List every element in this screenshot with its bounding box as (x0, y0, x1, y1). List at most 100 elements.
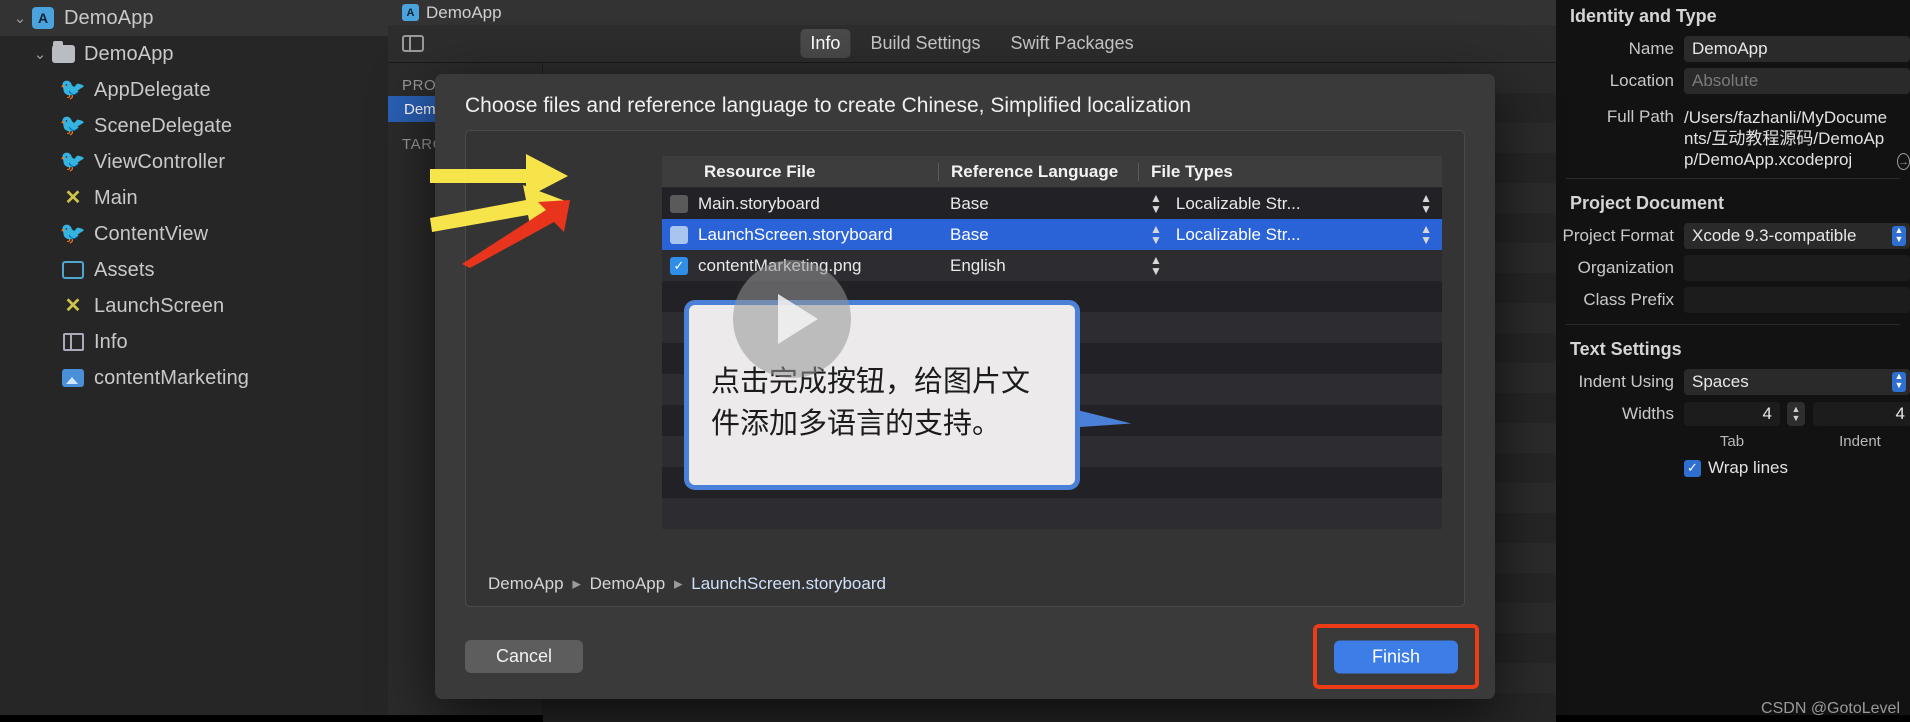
row-indent-using: Indent Using Spaces ▲ ▼ (1556, 366, 1910, 398)
class-prefix-label: Class Prefix (1583, 290, 1674, 309)
wrap-lines-checkbox[interactable]: ✓ (1684, 459, 1701, 477)
sidebar-item-label: Main (94, 186, 138, 209)
column-header-reference-language[interactable]: Reference Language (938, 162, 1138, 181)
breadcrumb-part-2[interactable]: DemoApp (590, 574, 666, 593)
project-format-label: Project Format (1562, 226, 1674, 245)
watermark: CSDN @GotoLevel (1761, 700, 1900, 717)
sidebar-item-label: SceneDelegate (94, 114, 233, 137)
cell-file-type[interactable]: Localizable Str... (1162, 194, 1420, 214)
table-row[interactable]: LaunchScreen.storyboard Base ▲ ▼ Localiza… (662, 219, 1442, 250)
sidebar-item-launchscreen[interactable]: ✕ LaunchScreen (0, 288, 388, 324)
name-field[interactable]: DemoApp (1684, 36, 1910, 62)
swift-icon: 🐦 (59, 222, 87, 245)
sidebar-item-demoapp-folder[interactable]: ⌄ DemoApp (0, 36, 388, 72)
file-type-stepper[interactable]: ▲ ▼ (1420, 223, 1432, 246)
project-navigator: ⌄ DemoApp ⌄ DemoApp 🐦 AppDelegate 🐦 Scen… (0, 0, 388, 715)
plist-icon (60, 333, 86, 351)
reveal-in-finder-icon[interactable]: → (1897, 153, 1910, 170)
table-row[interactable]: Main.storyboard Base ▲ ▼ Localizable Str.… (662, 188, 1442, 219)
editor-title: DemoApp (426, 2, 502, 22)
divider (1566, 324, 1900, 325)
tab-build-settings[interactable]: Build Settings (860, 29, 990, 58)
reference-language-stepper[interactable]: ▲ ▼ (1150, 223, 1162, 246)
cell-reference-language[interactable]: Base (938, 225, 1138, 245)
breadcrumb-part-3[interactable]: LaunchScreen.storyboard (691, 574, 886, 593)
row-checkbox[interactable] (670, 194, 688, 213)
row-checkbox[interactable] (670, 225, 688, 244)
cell-reference-language[interactable]: English (938, 256, 1138, 276)
sidebar-item-assets[interactable]: Assets (0, 252, 388, 288)
cell-file-type[interactable]: Localizable Str... (1162, 225, 1420, 245)
chevron-updown-icon: ▲ ▼ (1892, 226, 1906, 246)
cancel-button[interactable]: Cancel (465, 640, 583, 673)
sidebar-item-label: AppDelegate (94, 78, 211, 101)
indent-width-field[interactable]: 4 (1813, 402, 1910, 426)
fullpath-label: Full Path (1606, 107, 1674, 126)
app-window: ⌄ DemoApp ⌄ DemoApp 🐦 AppDelegate 🐦 Scen… (0, 0, 1910, 722)
row-full-path: Full Path /Users/fazhanli/MyDocuments/互动… (1556, 107, 1910, 170)
tab-info[interactable]: Info (800, 29, 851, 58)
tab-sublabel: Tab (1719, 432, 1745, 450)
swift-icon: 🐦 (59, 150, 87, 173)
sidebar-item-main[interactable]: ✕ Main (0, 180, 388, 216)
cell-resource-file: Main.storyboard (698, 193, 820, 213)
play-triangle-icon (778, 294, 818, 344)
sidebar-item-label: LaunchScreen (94, 294, 225, 317)
editor-tab-group: Info Build Settings Swift Packages (800, 29, 1143, 58)
sidebar-item-viewcontroller[interactable]: 🐦 ViewController (0, 144, 388, 180)
tab-width-field[interactable]: 4 (1684, 402, 1780, 426)
project-format-popup[interactable]: Xcode 9.3-compatible ▲ ▼ (1684, 223, 1910, 249)
editor-titlebar: A DemoApp (388, 0, 1556, 25)
fullpath-value: /Users/fazhanli/MyDocuments/互动教程源码/DemoA… (1684, 108, 1888, 169)
sidebar-toggle-icon[interactable] (402, 35, 424, 52)
tab-swift-packages[interactable]: Swift Packages (1001, 29, 1144, 58)
cell-reference-language[interactable]: Base (938, 194, 1138, 214)
indent-using-popup[interactable]: Spaces ▲ ▼ (1684, 369, 1910, 395)
sidebar-item-contentview[interactable]: 🐦 ContentView (0, 216, 388, 252)
sidebar-item-info[interactable]: Info (0, 324, 388, 360)
reference-language-stepper[interactable]: ▲ ▼ (1150, 192, 1162, 215)
file-type-stepper[interactable]: ▲ ▼ (1420, 192, 1432, 215)
section-project-document: Project Document (1570, 193, 1725, 213)
folder-icon (50, 41, 76, 63)
sidebar-item-appdelegate[interactable]: 🐦 AppDelegate (0, 72, 388, 108)
finish-button[interactable]: Finish (1334, 640, 1458, 673)
indent-using-label: Indent Using (1578, 372, 1674, 391)
organization-field[interactable] (1684, 255, 1910, 281)
image-icon (60, 369, 86, 387)
row-checkbox[interactable]: ✓ (670, 256, 688, 275)
row-widths: Widths 4 ▲ ▼ 4 (1556, 398, 1910, 430)
file-inspector: Identity and Type Name DemoApp Location … (1556, 0, 1910, 715)
chevron-down-icon[interactable]: ⌄ (30, 45, 50, 63)
play-button[interactable] (733, 260, 851, 378)
swift-icon: 🐦 (59, 78, 87, 101)
assets-icon (60, 261, 86, 279)
class-prefix-field[interactable] (1684, 287, 1910, 313)
section-text-settings: Text Settings (1570, 339, 1682, 359)
sidebar-item-demoapp-project[interactable]: ⌄ DemoApp (0, 0, 388, 36)
cell-resource-file: LaunchScreen.storyboard (698, 224, 893, 244)
sidebar-item-scenedelegate[interactable]: 🐦 SceneDelegate (0, 108, 388, 144)
organization-label: Organization (1577, 258, 1674, 277)
breadcrumb-part-1[interactable]: DemoApp (488, 574, 564, 593)
row-class-prefix: Class Prefix (1556, 284, 1910, 316)
chevron-down-icon[interactable]: ⌄ (10, 9, 30, 27)
tab-width-stepper[interactable]: ▲ ▼ (1787, 402, 1805, 426)
table-header-row: Resource File Reference Language File Ty… (662, 156, 1442, 188)
finish-button-highlight: Finish (1313, 624, 1479, 689)
editor-tabbar: Info Build Settings Swift Packages (388, 25, 1556, 63)
storyboard-icon: ✕ (64, 295, 82, 317)
chevron-updown-icon: ▲ ▼ (1892, 372, 1906, 392)
sidebar-item-label: Assets (94, 258, 155, 281)
row-widths-sublabels: Tab Indent (1556, 430, 1910, 452)
reference-language-stepper[interactable]: ▲ ▼ (1150, 254, 1162, 277)
column-header-resource-file[interactable]: Resource File (662, 162, 938, 181)
table-empty-row (662, 498, 1442, 529)
column-header-file-types[interactable]: File Types (1138, 162, 1442, 181)
location-label: Location (1609, 71, 1674, 90)
name-label: Name (1628, 39, 1674, 58)
location-popup[interactable]: Absolute (1684, 68, 1910, 94)
storyboard-icon: ✕ (64, 187, 82, 209)
sidebar-item-contentmarketing[interactable]: contentMarketing (0, 360, 388, 396)
row-name: Name DemoApp (1556, 33, 1910, 65)
